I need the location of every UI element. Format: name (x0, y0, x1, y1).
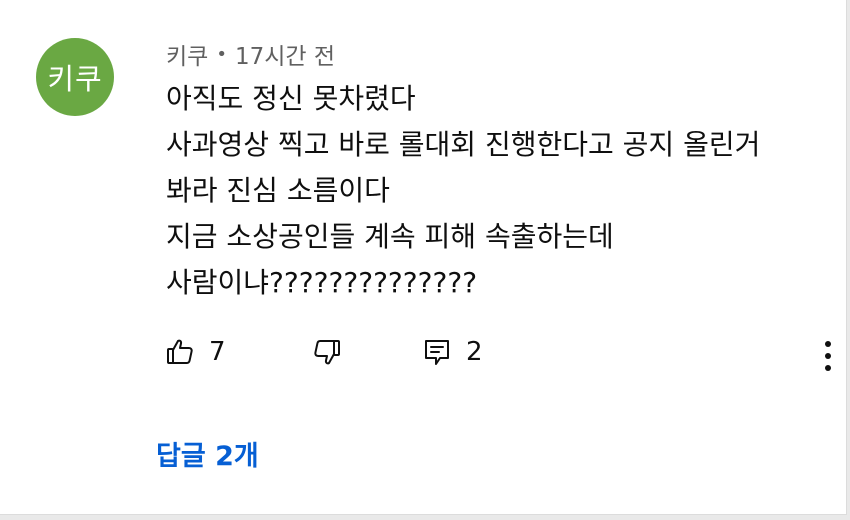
comment-header: 키쿠 • 17시간 전 (166, 37, 335, 71)
more-vert-icon-dot (825, 353, 831, 359)
comment-line: 사과영상 찍고 바로 롤대회 진행한다고 공지 올린거 (166, 128, 761, 161)
more-vert-icon-dot (825, 365, 831, 371)
comment-line: 봐라 진심 소름이다 (166, 174, 390, 207)
like-action: 7 (165, 332, 226, 372)
meta-separator: • (216, 43, 227, 65)
comment-line: 사람이냐?????????????? (166, 266, 478, 299)
thumb-down-icon (314, 340, 340, 365)
comment-text: 아직도 정신 못차렸다 사과영상 찍고 바로 롤대회 진행한다고 공지 올린거 … (166, 76, 826, 306)
avatar-label: 키쿠 (47, 62, 103, 96)
dislike-button[interactable] (312, 337, 342, 367)
dislike-action (312, 332, 342, 372)
comment-line: 지금 소상공인들 계속 피해 속출하는데 (166, 220, 614, 253)
more-options-button[interactable] (816, 336, 840, 376)
reply-comment-icon (425, 340, 449, 365)
more-vert-icon-dot (825, 341, 831, 347)
author-name[interactable]: 키쿠 (166, 37, 208, 71)
reply-action: 2 (422, 332, 483, 372)
reply-button[interactable] (422, 337, 452, 367)
thumb-up-icon (167, 339, 193, 364)
comment-card: 키쿠 키쿠 • 17시간 전 아직도 정신 못차렸다 사과영상 찍고 바로 롤대… (0, 0, 847, 515)
view-replies-button[interactable]: 답글 2개 (156, 434, 259, 473)
comment-timestamp[interactable]: 17시간 전 (235, 37, 335, 71)
like-count: 7 (209, 337, 226, 367)
like-button[interactable] (165, 337, 195, 367)
avatar[interactable]: 키쿠 (36, 38, 114, 116)
reply-count: 2 (466, 337, 483, 367)
comment-line: 아직도 정신 못차렸다 (166, 82, 416, 115)
